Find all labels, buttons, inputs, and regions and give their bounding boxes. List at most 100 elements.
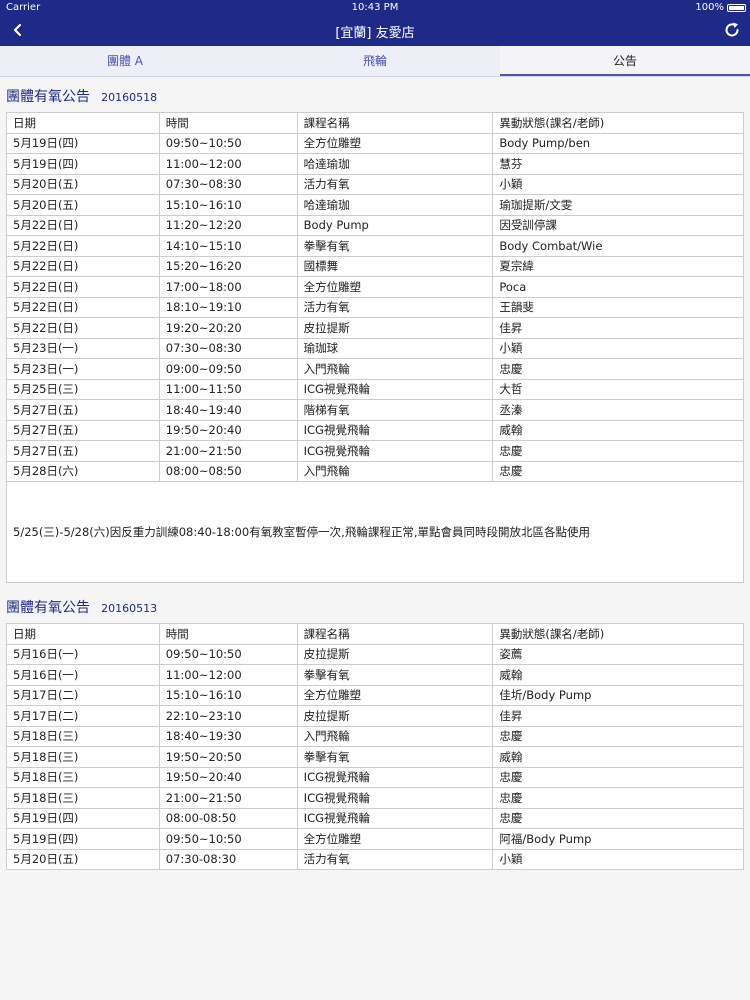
cell-change: 忠慶 <box>492 766 744 788</box>
cell-date: 5月19日(四) <box>6 132 160 154</box>
cell-date: 5月19日(四) <box>6 807 160 829</box>
cell-date: 5月17日(二) <box>6 684 160 706</box>
tab-announcements[interactable]: 公告 <box>500 46 750 76</box>
cell-time: 08:00~08:50 <box>158 460 298 482</box>
cell-time: 11:20~12:20 <box>158 214 298 236</box>
table-row: 5月20日(五) 07:30-08:30 活力有氧 小穎 <box>6 848 744 870</box>
cell-change: 阿福/Body Pump <box>492 828 744 850</box>
table-row: 5月19日(四) 09:50~10:50 全方位雕塑 Body Pump/ben <box>6 132 744 154</box>
cell-time: 19:20~20:20 <box>158 317 298 339</box>
table-row: 5月19日(四) 08:00-08:50 ICG視覺飛輪 忠慶 <box>6 807 744 829</box>
cell-time: 19:50~20:40 <box>158 419 298 441</box>
refresh-icon[interactable] <box>722 20 742 40</box>
cell-change: 丞溱 <box>492 399 744 421</box>
cell-course: 皮拉提斯 <box>296 317 494 339</box>
column-header-time: 時間 <box>158 623 298 645</box>
clock: 10:43 PM <box>351 2 399 13</box>
cell-change: 威翰 <box>492 419 744 441</box>
cell-course: ICG視覺飛輪 <box>296 419 494 441</box>
table-row: 5月22日(日) 11:20~12:20 Body Pump 因受訓停課 <box>6 214 744 236</box>
cell-course: 全方位雕塑 <box>296 276 494 298</box>
section-title: 團體有氧公告 <box>6 600 90 616</box>
cell-date: 5月27日(五) <box>6 440 160 462</box>
table-row: 5月17日(二) 15:10~16:10 全方位雕塑 佳圻/Body Pump <box>6 684 744 706</box>
tab-bar: 團體 A 飛輪 公告 <box>0 46 750 77</box>
cell-change: Body Combat/Wie <box>492 235 744 257</box>
cell-course: 階梯有氧 <box>296 399 494 421</box>
cell-time: 17:00~18:00 <box>158 276 298 298</box>
cell-change: 威翰 <box>492 746 744 768</box>
cell-date: 5月18日(三) <box>6 766 160 788</box>
announcement-block: 團體有氧公告 20160513 日期 時間 課程名稱 異動狀態(課名/老師) 5… <box>0 589 750 870</box>
tab-spinning[interactable]: 飛輪 <box>250 46 500 76</box>
cell-course: 入門飛輪 <box>296 725 494 747</box>
cell-time: 11:00~12:00 <box>158 153 298 175</box>
table-row: 5月22日(日) 15:20~16:20 國標舞 夏宗緯 <box>6 255 744 277</box>
cell-date: 5月18日(三) <box>6 787 160 809</box>
cell-change: 忠慶 <box>492 807 744 829</box>
cell-time: 19:50~20:50 <box>158 746 298 768</box>
cell-time: 11:00~11:50 <box>158 378 298 400</box>
column-header-date: 日期 <box>6 112 160 134</box>
column-header-time: 時間 <box>158 112 298 134</box>
cell-time: 15:10~16:10 <box>158 194 298 216</box>
tab-group-a[interactable]: 團體 A <box>0 46 250 76</box>
battery-icon <box>727 4 746 12</box>
cell-date: 5月16日(一) <box>6 643 160 665</box>
cell-course: ICG視覺飛輪 <box>296 378 494 400</box>
cell-date: 5月22日(日) <box>6 317 160 339</box>
cell-date: 5月20日(五) <box>6 194 160 216</box>
cell-date: 5月25日(三) <box>6 378 160 400</box>
cell-time: 07:30-08:30 <box>158 848 298 870</box>
page-title: [宜蘭] 友愛店 <box>335 26 415 41</box>
cell-course: 活力有氧 <box>296 848 494 870</box>
table-row: 5月18日(三) 19:50~20:50 拳擊有氧 威翰 <box>6 746 744 768</box>
section-date: 20160513 <box>101 602 158 615</box>
cell-course: 哈達瑜珈 <box>296 194 494 216</box>
cell-time: 07:30~08:30 <box>158 173 298 195</box>
cell-change: Poca <box>492 276 744 298</box>
cell-time: 09:00~09:50 <box>158 358 298 380</box>
table-row: 5月18日(三) 18:40~19:30 入門飛輪 忠慶 <box>6 725 744 747</box>
cell-time: 18:40~19:40 <box>158 399 298 421</box>
cell-change: 佳昇 <box>492 705 744 727</box>
cell-course: 國標舞 <box>296 255 494 277</box>
table-row: 5月20日(五) 07:30~08:30 活力有氧 小穎 <box>6 173 744 195</box>
table-row: 5月22日(日) 18:10~19:10 活力有氧 王韻斐 <box>6 296 744 318</box>
battery-percent: 100% <box>695 2 724 13</box>
cell-course: 拳擊有氧 <box>296 235 494 257</box>
cell-time: 19:50~20:40 <box>158 766 298 788</box>
table-row: 5月17日(二) 22:10~23:10 皮拉提斯 佳昇 <box>6 705 744 727</box>
cell-date: 5月28日(六) <box>6 460 160 482</box>
table-row: 5月23日(一) 09:00~09:50 入門飛輪 忠慶 <box>6 358 744 380</box>
schedule-table: 日期 時間 課程名稱 異動狀態(課名/老師) 5月16日(一) 09:50~10:… <box>6 623 744 870</box>
table-row: 5月25日(三) 11:00~11:50 ICG視覺飛輪 大哲 <box>6 378 744 400</box>
cell-date: 5月18日(三) <box>6 725 160 747</box>
cell-date: 5月20日(五) <box>6 848 160 870</box>
notice-row: 5/25(三)-5/28(六)因反重力訓練08:40-18:00有氧教室暫停一次… <box>6 481 744 583</box>
table-row: 5月19日(四) 09:50~10:50 全方位雕塑 阿福/Body Pump <box>6 828 744 850</box>
cell-time: 21:00~21:50 <box>158 440 298 462</box>
cell-change: 小穎 <box>492 337 744 359</box>
cell-course: ICG視覺飛輪 <box>296 766 494 788</box>
cell-course: 全方位雕塑 <box>296 828 494 850</box>
cell-change: 姿薦 <box>492 643 744 665</box>
navigation-bar: Carrier 10:43 PM 100% [宜蘭] 友愛店 <box>0 0 750 46</box>
cell-date: 5月23日(一) <box>6 337 160 359</box>
cell-course: 活力有氧 <box>296 173 494 195</box>
section-date: 20160518 <box>101 91 158 104</box>
column-header-change: 異動狀態(課名/老師) <box>492 623 744 645</box>
cell-course: ICG視覺飛輪 <box>296 807 494 829</box>
cell-time: 09:50~10:50 <box>158 643 298 665</box>
cell-change: 小穎 <box>492 848 744 870</box>
cell-course: 皮拉提斯 <box>296 643 494 665</box>
announcement-list[interactable]: 團體有氧公告 20160518 日期 時間 課程名稱 異動狀態(課名/老師) 5… <box>0 78 750 870</box>
cell-date: 5月22日(日) <box>6 214 160 236</box>
section-header: 團體有氧公告 20160518 <box>0 78 750 112</box>
cell-time: 15:20~16:20 <box>158 255 298 277</box>
cell-time: 09:50~10:50 <box>158 828 298 850</box>
cell-course: Body Pump <box>296 214 494 236</box>
status-bar: Carrier 10:43 PM 100% <box>0 0 750 16</box>
table-header-row: 日期 時間 課程名稱 異動狀態(課名/老師) <box>6 623 744 645</box>
cell-date: 5月16日(一) <box>6 664 160 686</box>
